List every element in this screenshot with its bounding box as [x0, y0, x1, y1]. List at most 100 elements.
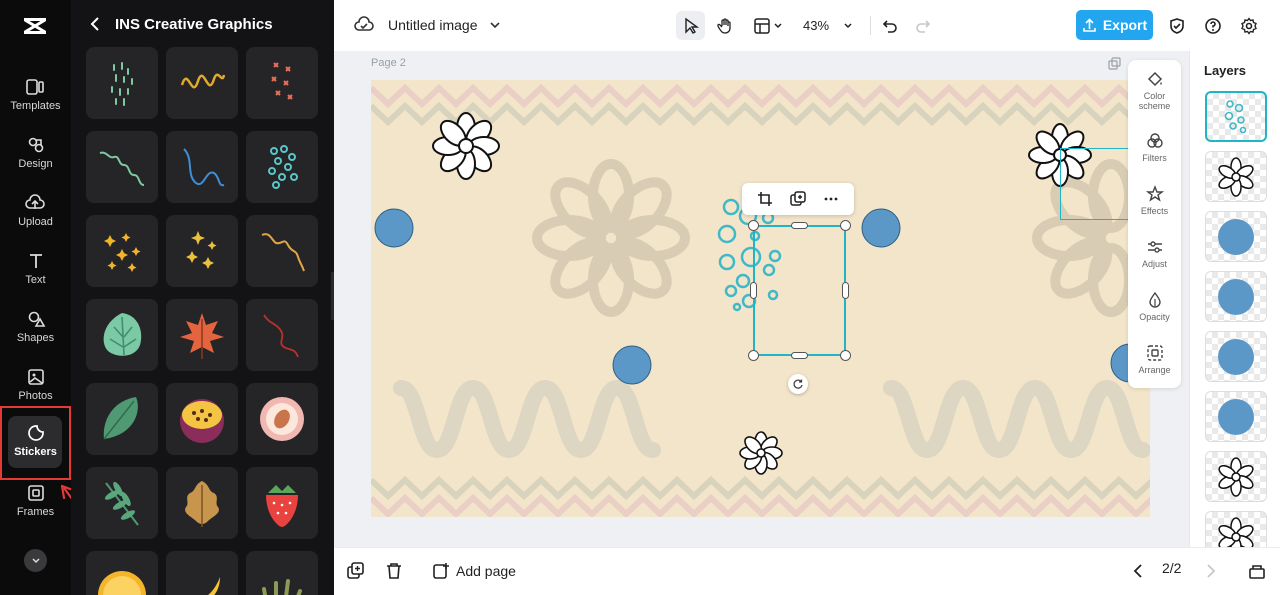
trash-icon[interactable]	[384, 561, 404, 581]
redo-button[interactable]	[912, 11, 934, 40]
resize-handle-bottom-right[interactable]	[840, 350, 851, 361]
sticker-circles-teal[interactable]	[246, 131, 318, 203]
sticker-oak-leaf[interactable]	[166, 467, 238, 539]
opacity-icon	[1148, 291, 1161, 308]
next-page-icon[interactable]	[1200, 561, 1220, 581]
prop-label: Opacity	[1139, 312, 1170, 322]
blue-dot-layer-icon	[1218, 338, 1254, 375]
rotate-handle[interactable]	[788, 374, 808, 394]
sticker-squiggle-green[interactable]	[86, 131, 158, 203]
resize-handle-top[interactable]	[791, 222, 808, 229]
sticker-passion-fruit[interactable]	[166, 383, 238, 455]
prop-effects[interactable]: Effects	[1128, 185, 1181, 235]
grass-sticker-icon	[262, 579, 302, 595]
resize-handle-top-right[interactable]	[840, 220, 851, 231]
sticker-strawberry[interactable]	[246, 467, 318, 539]
zoom-dropdown[interactable]: 43%	[798, 11, 858, 40]
export-button[interactable]: Export	[1076, 10, 1153, 40]
sticker-line-red[interactable]	[246, 299, 318, 371]
sticker-lemon[interactable]	[86, 551, 158, 595]
prop-label: Adjust	[1141, 259, 1167, 269]
resize-handle-bottom[interactable]	[791, 352, 808, 359]
sticker-wave-blue[interactable]	[166, 131, 238, 203]
layer-thumb-blue-dot-1[interactable]	[1205, 211, 1267, 262]
resize-handle-left[interactable]	[750, 282, 757, 299]
layer-thumb-blue-dot-4[interactable]	[1205, 391, 1267, 442]
panel-header: INS Creative Graphics	[87, 10, 273, 38]
blue-dot-layer-icon	[1218, 278, 1254, 315]
green-leaf-sticker-icon	[103, 397, 138, 440]
rail-item-text[interactable]: Text	[0, 242, 71, 294]
sticker-sparkles-gold[interactable]	[166, 215, 238, 287]
cloud-sync-icon	[354, 16, 374, 31]
add-page-label: Add page	[456, 563, 516, 579]
duplicate-page-icon[interactable]	[1108, 57, 1122, 71]
sticker-green-leaf[interactable]	[86, 383, 158, 455]
color-scheme-icon	[1147, 71, 1162, 87]
shield-button[interactable]	[1166, 11, 1188, 40]
layer-thumb-flower[interactable]	[1205, 151, 1267, 202]
design-canvas[interactable]	[371, 80, 1150, 517]
rail-item-shapes[interactable]: Shapes	[0, 300, 71, 352]
resize-handle-bottom-left[interactable]	[748, 350, 759, 361]
rail-item-photos[interactable]: Photos	[0, 358, 71, 410]
sticker-zigzag-yellow[interactable]	[166, 47, 238, 119]
sparkles-gold-sticker-icon	[186, 231, 217, 269]
rail-item-templates[interactable]: Templates	[0, 68, 71, 120]
document-title-dropdown[interactable]: Untitled image	[354, 12, 502, 38]
sticker-crosses-red[interactable]	[246, 47, 318, 119]
page-manager-icon[interactable]	[1247, 561, 1267, 581]
resize-handle-top-left[interactable]	[748, 220, 759, 231]
blue-dot-layer-icon	[1218, 398, 1254, 435]
hand-tool-button[interactable]	[710, 11, 739, 40]
sticker-fern[interactable]	[86, 467, 158, 539]
help-button[interactable]	[1202, 11, 1224, 40]
sticker-banana[interactable]	[166, 551, 238, 595]
sticker-dashes-green[interactable]	[86, 47, 158, 119]
back-arrow-icon[interactable]	[87, 15, 105, 33]
sticker-monstera-leaf[interactable]	[86, 299, 158, 371]
layer-thumb-blue-dot-2[interactable]	[1205, 271, 1267, 322]
sticker-grass[interactable]	[246, 551, 318, 595]
banana-sticker-icon	[208, 577, 220, 595]
prop-label: Filters	[1142, 153, 1167, 163]
rail-item-design[interactable]: Design	[0, 126, 71, 178]
rail-item-upload[interactable]: Upload	[0, 184, 71, 236]
sticker-peach[interactable]	[246, 383, 318, 455]
page-indicator: 2/2	[1162, 560, 1182, 576]
prop-label: Effects	[1140, 206, 1169, 216]
crop-icon[interactable]	[757, 191, 773, 207]
prev-page-icon[interactable]	[1129, 561, 1149, 581]
undo-button[interactable]	[879, 11, 901, 40]
sticker-sparkles-yellow[interactable]	[86, 215, 158, 287]
settings-button[interactable]	[1238, 11, 1260, 40]
prop-arrange[interactable]: Arrange	[1128, 344, 1181, 394]
floating-element-toolbar	[742, 183, 854, 215]
select-tool-button[interactable]	[676, 11, 705, 40]
duplicate-icon[interactable]	[790, 191, 806, 207]
rail-label: Text	[25, 273, 46, 286]
prop-color-scheme[interactable]: Color scheme	[1128, 70, 1181, 120]
layers-title: Layers	[1204, 63, 1246, 78]
more-options-icon[interactable]	[823, 191, 839, 207]
layer-thumb-flower-3[interactable]	[1205, 511, 1267, 547]
layout-tool-dropdown[interactable]	[748, 11, 788, 40]
duplicate-page-icon[interactable]	[346, 561, 366, 581]
selected-sticker-frame[interactable]	[753, 225, 846, 356]
prop-filters[interactable]: Filters	[1128, 132, 1181, 182]
prop-opacity[interactable]: Opacity	[1128, 291, 1181, 341]
layer-thumb-flower-2[interactable]	[1205, 451, 1267, 502]
layer-thumb-blue-dot-3[interactable]	[1205, 331, 1267, 382]
sticker-wave-orange[interactable]	[246, 215, 318, 287]
add-page-button[interactable]: Add page	[432, 560, 516, 582]
more-chevron-button[interactable]	[24, 549, 47, 572]
chevron-down-icon	[844, 22, 852, 28]
upload-icon	[25, 193, 46, 209]
capcut-logo-icon[interactable]	[21, 12, 49, 40]
resize-handle-right[interactable]	[842, 282, 849, 299]
rail-label: Shapes	[16, 331, 55, 344]
layer-thumb-circles[interactable]	[1205, 91, 1267, 142]
prop-adjust[interactable]: Adjust	[1128, 238, 1181, 288]
sticker-autumn-leaf[interactable]	[166, 299, 238, 371]
secondary-selection-frame[interactable]	[1060, 148, 1133, 220]
